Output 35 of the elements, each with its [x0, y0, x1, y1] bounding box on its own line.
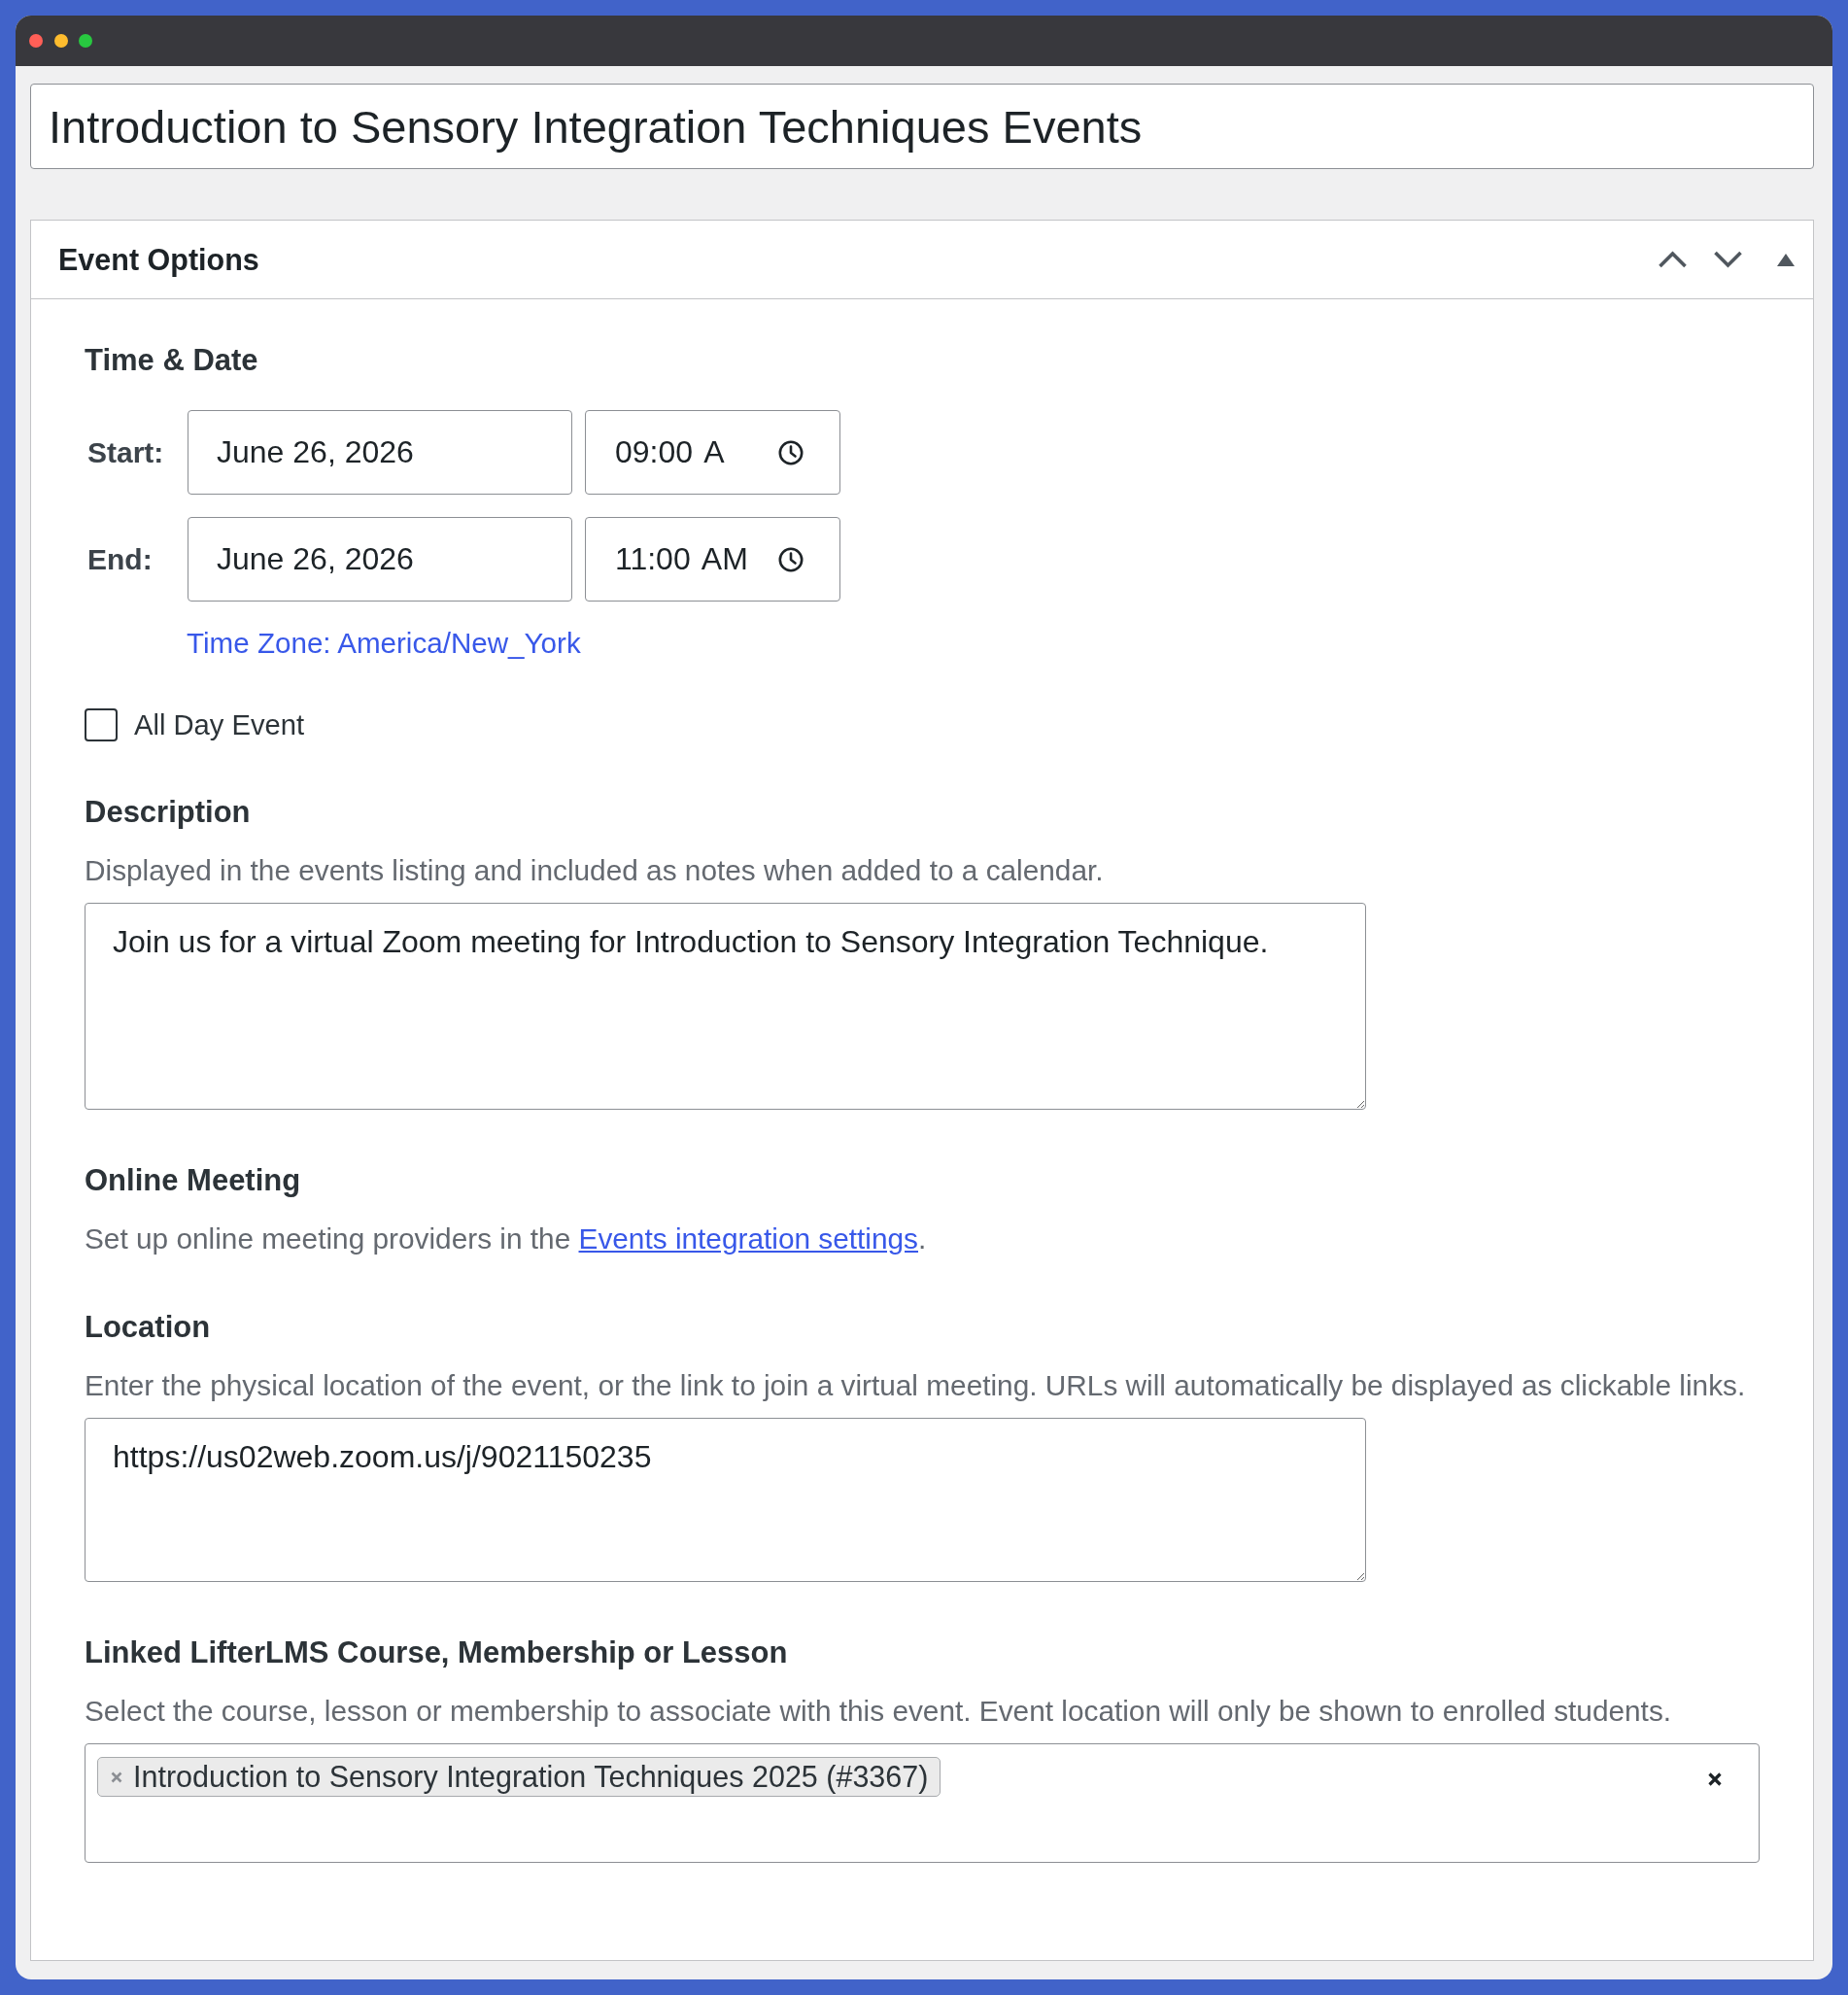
- date-field[interactable]: June 26, 2026: [188, 517, 572, 602]
- timezone-link[interactable]: Time Zone: America/New_York: [187, 626, 581, 661]
- help-text: Enter the physical location of the event, or the link to join a virtual meeting. URLs will automatically be displayed as clickable links.: [85, 1368, 1746, 1403]
- section-heading: Location: [85, 1310, 211, 1345]
- window-control-icon[interactable]: [53, 34, 68, 48]
- time-field[interactable]: 11:00 AM: [585, 517, 840, 602]
- section-heading: Online Meeting: [85, 1163, 301, 1198]
- help-text: Select the course, lesson or membership to associate with this event. Event location will only be shown to enrolled students.: [85, 1694, 1672, 1729]
- window-control-icon[interactable]: [29, 34, 43, 48]
- clock-icon: [778, 546, 804, 572]
- section-heading: Description: [85, 795, 251, 830]
- help-text: Set up online meeting providers in the Events integration settings.: [85, 1221, 927, 1256]
- text-area[interactable]: Join us for a virtual Zoom meeting for Introduction to Sensory Integration Technique.: [85, 903, 1366, 1110]
- date-field[interactable]: June 26, 2026: [188, 410, 572, 495]
- title-input[interactable]: Introduction to Sensory Integration Techniques Events: [30, 84, 1814, 169]
- chip-label: Introduction to Sensory Integration Techniques 2025 (#3367): [133, 1760, 929, 1794]
- triangle-up-icon[interactable]: [1777, 253, 1795, 266]
- clear-icon[interactable]: [1708, 1772, 1722, 1786]
- section-heading: Time & Date: [85, 343, 258, 378]
- time-field[interactable]: 09:00 A: [585, 410, 840, 495]
- remove-icon[interactable]: [111, 1771, 122, 1783]
- section-heading: Linked LifterLMS Course, Membership or Lesson: [85, 1635, 788, 1670]
- checkbox-label[interactable]: All Day Event: [134, 708, 305, 741]
- chevron-up-icon[interactable]: [1658, 251, 1688, 268]
- field-label: End:: [87, 542, 153, 575]
- settings-link[interactable]: Events integration settings: [578, 1222, 918, 1255]
- panel-title: Event Options: [58, 242, 259, 277]
- help-text: Displayed in the events listing and included as notes when added to a calendar.: [85, 853, 1104, 888]
- field-label: Start:: [87, 435, 164, 468]
- chevron-down-icon[interactable]: [1713, 251, 1743, 268]
- text-area[interactable]: https://us02web.zoom.us/j/9021150235: [85, 1418, 1366, 1582]
- select-field[interactable]: Introduction to Sensory Integration Techniques 2025 (#3367): [85, 1743, 1760, 1863]
- checkbox[interactable]: [85, 708, 118, 741]
- clock-icon: [778, 439, 804, 465]
- window-control-icon[interactable]: [79, 34, 92, 48]
